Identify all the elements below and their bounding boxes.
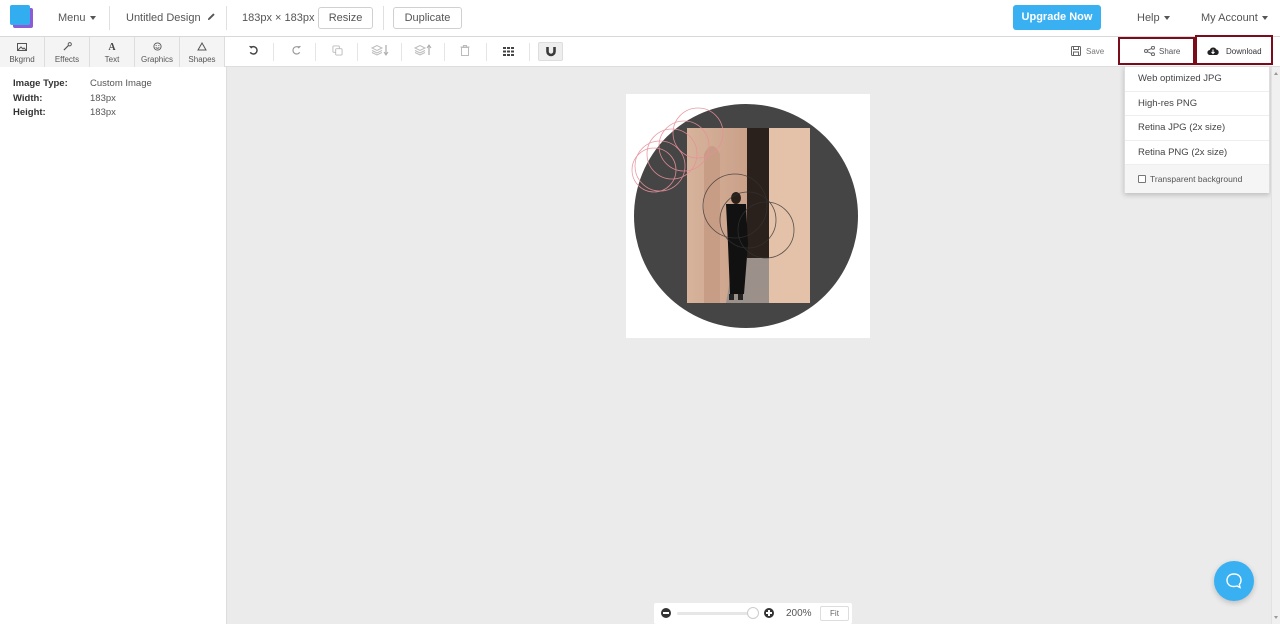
property-height: Height: 183px bbox=[13, 106, 116, 120]
design-title-text: Untitled Design bbox=[126, 12, 201, 24]
save-button[interactable]: Save bbox=[1071, 45, 1104, 59]
menu-label: Menu bbox=[58, 12, 86, 24]
divider bbox=[226, 6, 227, 30]
save-label: Save bbox=[1086, 47, 1105, 56]
bring-forward-icon[interactable] bbox=[413, 44, 433, 60]
share-label: Share bbox=[1159, 47, 1181, 56]
snap-magnet-toggle[interactable] bbox=[538, 42, 563, 61]
upgrade-now-button[interactable]: Upgrade Now bbox=[1013, 5, 1101, 30]
download-button[interactable]: Download bbox=[1195, 35, 1273, 65]
tool-tab-graphics[interactable]: Graphics bbox=[135, 37, 180, 67]
help-dropdown[interactable]: Help bbox=[1137, 0, 1170, 36]
tool-tab-label: Bkgrnd bbox=[9, 55, 35, 64]
my-account-dropdown[interactable]: My Account bbox=[1201, 0, 1268, 36]
zoom-slider-handle[interactable] bbox=[747, 607, 759, 619]
transparent-background-checkbox[interactable] bbox=[1138, 175, 1146, 183]
copy-icon[interactable] bbox=[329, 44, 345, 60]
scroll-down-arrow[interactable] bbox=[1274, 616, 1278, 619]
download-label: Download bbox=[1226, 47, 1262, 56]
download-menu: Web optimized JPG High-res PNG Retina JP… bbox=[1124, 66, 1270, 193]
divider bbox=[357, 43, 358, 61]
grid-icon[interactable] bbox=[500, 44, 516, 60]
smiley-icon bbox=[135, 41, 179, 55]
chat-support-button[interactable] bbox=[1214, 561, 1254, 601]
cloud-download-icon bbox=[1207, 46, 1219, 61]
property-value: 183px bbox=[90, 107, 116, 118]
vertical-scrollbar[interactable] bbox=[1271, 67, 1280, 624]
property-label: Image Type: bbox=[13, 78, 68, 89]
divider bbox=[486, 43, 487, 61]
divider bbox=[444, 43, 445, 61]
trash-icon[interactable] bbox=[457, 44, 473, 60]
download-option-web-jpg[interactable]: Web optimized JPG bbox=[1125, 67, 1269, 92]
editor-toolbar: Bkgrnd Effects A Text Graphics Shapes Sa… bbox=[0, 37, 1280, 67]
scroll-up-arrow[interactable] bbox=[1274, 72, 1278, 75]
help-label: Help bbox=[1137, 12, 1160, 24]
resize-button[interactable]: Resize bbox=[318, 7, 373, 29]
divider bbox=[529, 43, 530, 61]
zoom-out-icon[interactable] bbox=[661, 608, 671, 618]
download-option-retina-jpg[interactable]: Retina JPG (2x size) bbox=[1125, 116, 1269, 141]
zoom-level: 200% bbox=[786, 608, 812, 619]
tool-tab-bkgrnd[interactable]: Bkgrnd bbox=[0, 37, 45, 67]
chevron-down-icon bbox=[89, 16, 96, 21]
duplicate-button[interactable]: Duplicate bbox=[393, 7, 462, 29]
property-label: Width: bbox=[13, 93, 43, 104]
floppy-disk-icon bbox=[1071, 46, 1081, 61]
menu-dropdown[interactable]: Menu bbox=[58, 0, 96, 36]
tool-tab-label: Graphics bbox=[140, 55, 173, 64]
property-image-type: Image Type: Custom Image bbox=[13, 77, 152, 91]
design-artwork bbox=[631, 104, 858, 328]
divider bbox=[401, 43, 402, 61]
photo-woman-in-archway bbox=[687, 128, 810, 303]
transparent-background-option[interactable]: Transparent background bbox=[1125, 165, 1269, 193]
tool-tab-effects[interactable]: Effects bbox=[45, 37, 90, 67]
download-option-highres-png[interactable]: High-res PNG bbox=[1125, 92, 1269, 116]
design-canvas[interactable] bbox=[626, 94, 870, 338]
magic-wand-icon bbox=[45, 41, 89, 55]
transparent-background-label: Transparent background bbox=[1150, 174, 1243, 184]
tool-tab-label: Shapes bbox=[188, 55, 216, 64]
design-title[interactable]: Untitled Design bbox=[126, 0, 216, 36]
property-label: Height: bbox=[13, 107, 46, 118]
divider bbox=[109, 6, 110, 30]
app-logo[interactable] bbox=[10, 5, 33, 28]
share-button[interactable]: Share bbox=[1118, 37, 1195, 65]
share-icon bbox=[1144, 45, 1155, 61]
redo-icon[interactable] bbox=[288, 44, 304, 60]
pencil-icon bbox=[207, 0, 216, 36]
top-bar: Menu Untitled Design 183px × 183px Resiz… bbox=[0, 0, 1280, 37]
chevron-down-icon bbox=[1261, 16, 1268, 21]
tool-tab-label: Text bbox=[104, 55, 120, 64]
properties-panel: Image Type: Custom Image Width: 183px Heig… bbox=[0, 67, 227, 624]
chevron-down-icon bbox=[1163, 16, 1170, 21]
property-value: Custom Image bbox=[90, 78, 152, 89]
download-option-retina-png[interactable]: Retina PNG (2x size) bbox=[1125, 141, 1269, 165]
send-backward-icon[interactable] bbox=[370, 44, 390, 60]
triangle-icon bbox=[180, 41, 224, 55]
tool-tab-text[interactable]: A Text bbox=[90, 37, 135, 67]
design-dimensions: 183px × 183px bbox=[242, 12, 315, 24]
divider bbox=[315, 43, 316, 61]
fit-button[interactable]: Fit bbox=[820, 606, 849, 621]
zoom-controls: 200% Fit bbox=[654, 603, 852, 624]
divider bbox=[273, 43, 274, 61]
zoom-in-icon[interactable] bbox=[764, 608, 774, 618]
zoom-slider[interactable] bbox=[677, 612, 753, 615]
text-icon: A bbox=[108, 42, 116, 53]
property-width: Width: 183px bbox=[13, 92, 116, 106]
divider bbox=[383, 6, 384, 30]
chat-bubble-icon bbox=[1225, 572, 1243, 595]
property-value: 183px bbox=[90, 93, 116, 104]
undo-icon[interactable] bbox=[245, 44, 261, 60]
account-label: My Account bbox=[1201, 12, 1258, 24]
image-icon bbox=[0, 41, 44, 55]
tool-tab-label: Effects bbox=[54, 55, 80, 64]
magnet-icon bbox=[545, 44, 556, 61]
tool-tab-shapes[interactable]: Shapes bbox=[180, 37, 225, 67]
